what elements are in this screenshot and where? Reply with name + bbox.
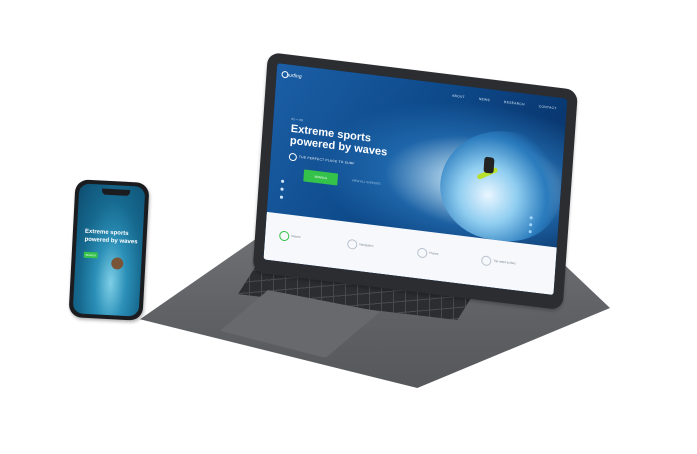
phone-device: Extreme sports powered by waves SEARCH xyxy=(68,179,150,321)
feature-waves[interactable]: Waves xyxy=(278,230,301,242)
nav-link-about[interactable]: ABOUT xyxy=(452,94,465,100)
feature-places[interactable]: Places xyxy=(416,247,438,259)
slider-dot[interactable] xyxy=(529,223,533,227)
facebook-icon[interactable] xyxy=(280,179,285,183)
nav-link-research[interactable]: RESEARCH xyxy=(504,100,525,107)
feature-label: Navigation xyxy=(359,242,374,248)
phone-hero-title: Extreme sports powered by waves xyxy=(84,228,138,246)
phone-search-button-label: SEARCH xyxy=(85,253,96,257)
pin-icon xyxy=(416,247,428,259)
nav-link-contact[interactable]: CONTACT xyxy=(539,104,557,110)
phone-surfer-image xyxy=(111,257,124,270)
feature-label: Top rated surfers xyxy=(493,258,516,266)
phone-search-button[interactable]: SEARCH xyxy=(83,251,98,259)
search-button-label: SEARCH xyxy=(314,174,328,181)
slider-dot[interactable] xyxy=(528,230,532,234)
feature-label: Places xyxy=(429,250,439,256)
feature-navigation[interactable]: Navigation xyxy=(346,238,374,251)
phone-screen: Extreme sports powered by waves SEARCH xyxy=(72,183,146,317)
phone-notch xyxy=(101,188,131,197)
feature-top-rated[interactable]: Top rated surfers xyxy=(480,255,516,267)
feature-label: Waves xyxy=(291,233,301,239)
site-logo[interactable]: surfing xyxy=(286,72,301,80)
slider-dot[interactable] xyxy=(529,216,533,220)
vimeo-icon[interactable] xyxy=(279,195,284,199)
laptop-lid: surfing ABOUT NEWS RESEARCH CONTACT 01 —… xyxy=(252,52,578,311)
laptop-screen: surfing ABOUT NEWS RESEARCH CONTACT 01 —… xyxy=(263,63,568,296)
surfer-image xyxy=(483,156,495,174)
twitter-icon[interactable] xyxy=(280,187,284,191)
nav-link-news[interactable]: NEWS xyxy=(479,97,490,102)
device-mockup-scene: surfing ABOUT NEWS RESEARCH CONTACT 01 —… xyxy=(0,0,697,454)
compass-icon xyxy=(346,238,358,250)
wave-icon xyxy=(278,230,290,242)
star-icon xyxy=(480,255,492,267)
